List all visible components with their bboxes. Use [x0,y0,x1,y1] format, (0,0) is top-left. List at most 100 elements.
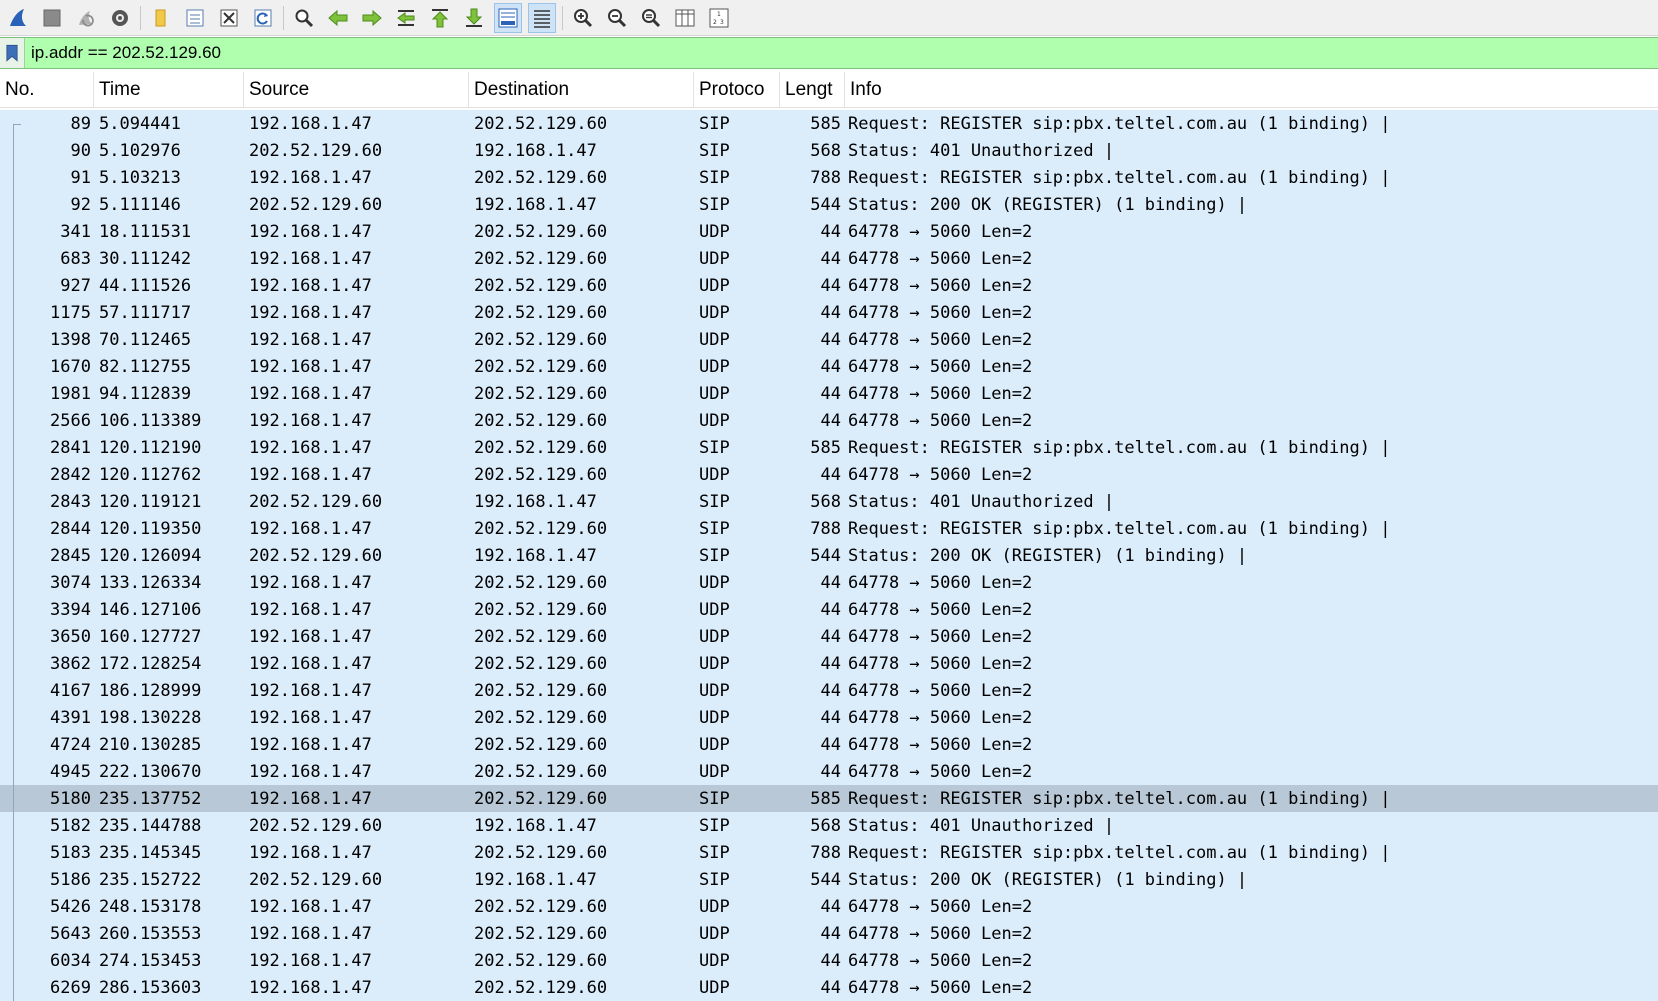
table-row[interactable]: 5182 235.144788 202.52.129.60 192.168.1.47 S… [0,812,1658,839]
table-row[interactable]: 6269 286.153603 192.168.1.47 202.52.129.60 U… [0,974,1658,1001]
packet-protocol: UDP [699,626,730,647]
save-file-icon[interactable] [181,3,209,33]
packet-destination: 202.52.129.60 [474,275,608,296]
conversation-tree-line [13,124,14,1001]
packet-length: 44 [820,383,841,404]
packet-protocol: SIP [699,518,730,539]
table-row[interactable]: 5643 260.153553 192.168.1.47 202.52.129.60 U… [0,920,1658,947]
table-row[interactable]: 91 5.103213 192.168.1.47 202.52.129.60 SIP 78… [0,164,1658,191]
table-row[interactable]: 3394 146.127106 192.168.1.47 202.52.129.60 U… [0,596,1658,623]
first-packet-icon[interactable] [426,3,454,33]
go-to-packet-icon[interactable] [392,3,420,33]
table-row[interactable]: 2843 120.119121 202.52.129.60 192.168.1.47 S… [0,488,1658,515]
find-packet-icon[interactable] [290,3,318,33]
packet-length: 788 [810,842,841,863]
packet-time: 120.112762 [99,464,202,485]
table-row[interactable]: 4167 186.128999 192.168.1.47 202.52.129.60 U… [0,677,1658,704]
packet-protocol: UDP [699,302,730,323]
table-row[interactable]: 1981 94.112839 192.168.1.47 202.52.129.60 UD… [0,380,1658,407]
zoom-out-icon[interactable] [603,3,631,33]
packet-info: 64778 → 5060 Len=2 [848,734,1033,755]
stop-capture-icon[interactable] [38,3,66,33]
packet-time: 94.112839 [99,383,192,404]
table-row[interactable]: 1670 82.112755 192.168.1.47 202.52.129.60 UD… [0,353,1658,380]
packet-number: 341 [60,221,91,242]
packet-number: 91 [70,167,91,188]
packet-source: 192.168.1.47 [249,221,372,242]
colorize-icon[interactable] [528,2,556,33]
table-row[interactable]: 3650 160.127727 192.168.1.47 202.52.129.60 U… [0,623,1658,650]
table-row[interactable]: 2844 120.119350 192.168.1.47 202.52.129.60 S… [0,515,1658,542]
reload-file-icon[interactable] [249,3,277,33]
go-back-icon[interactable] [324,3,352,33]
table-row[interactable]: 927 44.111526 192.168.1.47 202.52.129.60 UDP… [0,272,1658,299]
packet-number: 4724 [50,734,91,755]
capture-options-icon[interactable] [106,3,134,33]
table-row[interactable]: 5180 235.137752 192.168.1.47 202.52.129.60 S… [0,785,1658,812]
resize-columns-icon[interactable] [671,3,699,33]
open-file-icon[interactable] [147,3,175,33]
packet-time: 5.102976 [99,140,181,161]
column-header-time[interactable]: Time [94,71,244,108]
table-row[interactable]: 341 18.111531 192.168.1.47 202.52.129.60 UDP… [0,218,1658,245]
column-header-destination[interactable]: Destination [469,71,694,108]
packet-destination: 202.52.129.60 [474,383,608,404]
table-row[interactable]: 2841 120.112190 192.168.1.47 202.52.129.60 S… [0,434,1658,461]
packet-number: 3862 [50,653,91,674]
packet-protocol: SIP [699,194,730,215]
column-header-source[interactable]: Source [244,71,469,108]
packet-source: 192.168.1.47 [249,599,372,620]
packet-time: 5.094441 [99,113,181,134]
table-row[interactable]: 1398 70.112465 192.168.1.47 202.52.129.60 UD… [0,326,1658,353]
packet-number: 4945 [50,761,91,782]
packet-info: 64778 → 5060 Len=2 [848,626,1033,647]
table-row[interactable]: 5183 235.145345 192.168.1.47 202.52.129.60 S… [0,839,1658,866]
close-file-icon[interactable] [215,3,243,33]
numbered-list-icon[interactable]: 123 [705,3,733,33]
table-row[interactable]: 3862 172.128254 192.168.1.47 202.52.129.60 U… [0,650,1658,677]
normal-size-icon[interactable] [637,3,665,33]
shark-fin-start-icon[interactable] [4,3,32,33]
table-row[interactable]: 89 5.094441 192.168.1.47 202.52.129.60 SIP 58… [0,110,1658,137]
packet-time: 133.126334 [99,572,202,593]
packet-destination: 202.52.129.60 [474,248,608,269]
packet-time: 146.127106 [99,599,202,620]
zoom-in-icon[interactable] [569,3,597,33]
table-row[interactable]: 92 5.111146 202.52.129.60 192.168.1.47 SIP 54… [0,191,1658,218]
auto-scroll-icon[interactable] [494,2,522,33]
table-row[interactable]: 4391 198.130228 192.168.1.47 202.52.129.60 U… [0,704,1658,731]
table-row[interactable]: 90 5.102976 202.52.129.60 192.168.1.47 SIP 56… [0,137,1658,164]
table-row[interactable]: 4724 210.130285 192.168.1.47 202.52.129.60 U… [0,731,1658,758]
packet-source: 192.168.1.47 [249,734,372,755]
packet-number: 1981 [50,383,91,404]
table-row[interactable]: 683 30.111242 192.168.1.47 202.52.129.60 UDP… [0,245,1658,272]
table-row[interactable]: 2566 106.113389 192.168.1.47 202.52.129.60 U… [0,407,1658,434]
column-header-length[interactable]: Lengt [780,71,845,108]
packet-source: 192.168.1.47 [249,410,372,431]
column-header-no[interactable]: No. [0,71,94,108]
packet-source: 192.168.1.47 [249,896,372,917]
table-row[interactable]: 3074 133.126334 192.168.1.47 202.52.129.60 U… [0,569,1658,596]
packet-time: 235.137752 [99,788,202,809]
last-packet-icon[interactable] [460,3,488,33]
packet-time: 235.144788 [99,815,202,836]
packet-number: 5180 [50,788,91,809]
table-row[interactable]: 5186 235.152722 202.52.129.60 192.168.1.47 S… [0,866,1658,893]
packet-length: 44 [820,626,841,647]
restart-capture-icon[interactable] [72,3,100,33]
packet-destination: 202.52.129.60 [474,329,608,350]
packet-list[interactable]: 89 5.094441 192.168.1.47 202.52.129.60 SIP 58… [0,110,1658,1001]
packet-number: 6034 [50,950,91,971]
go-forward-icon[interactable] [358,3,386,33]
table-row[interactable]: 2845 120.126094 202.52.129.60 192.168.1.47 S… [0,542,1658,569]
table-row[interactable]: 4945 222.130670 192.168.1.47 202.52.129.60 U… [0,758,1658,785]
column-header-protocol[interactable]: Protoco [694,71,780,108]
display-filter-input[interactable] [31,43,1531,63]
table-row[interactable]: 2842 120.112762 192.168.1.47 202.52.129.60 U… [0,461,1658,488]
table-row[interactable]: 5426 248.153178 192.168.1.47 202.52.129.60 U… [0,893,1658,920]
table-row[interactable]: 6034 274.153453 192.168.1.47 202.52.129.60 U… [0,947,1658,974]
column-header-info[interactable]: Info [845,72,1658,108]
table-row[interactable]: 1175 57.111717 192.168.1.47 202.52.129.60 UD… [0,299,1658,326]
packet-number: 90 [70,140,91,161]
bookmark-icon[interactable] [0,38,25,68]
